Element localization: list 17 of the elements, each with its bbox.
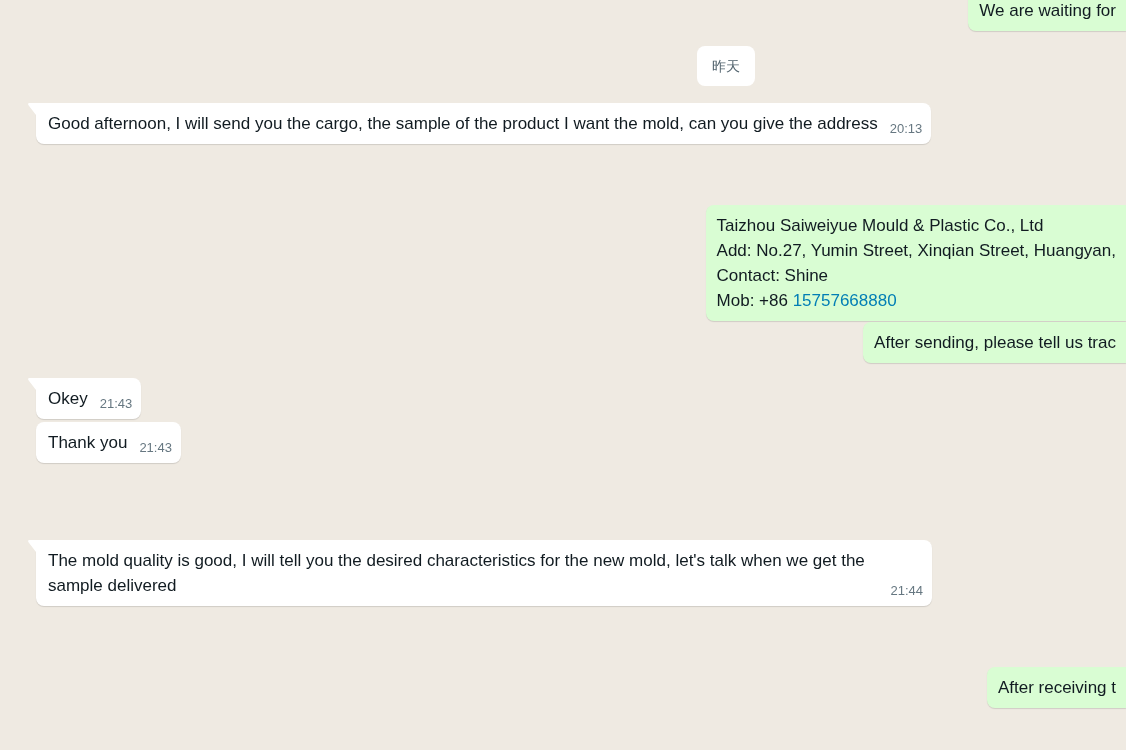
message-time: 21:44 xyxy=(890,582,923,600)
message-text: We are waiting for xyxy=(979,0,1116,22)
date-chip: 昨天 xyxy=(697,46,755,86)
message-time: 21:43 xyxy=(139,439,172,457)
message-text: Mob: +86 xyxy=(716,291,789,310)
message-time: 20:13 xyxy=(889,120,923,138)
message-text: After receiving t xyxy=(997,677,1116,699)
message-time: 21:43 xyxy=(99,395,133,413)
message-text: Taizhou Saiweiyue Mould & Plastic Co., Ltd xyxy=(716,215,1045,237)
message-text: After sending, please tell us trac xyxy=(874,332,1116,354)
message-text: Thank you xyxy=(48,433,128,452)
phone-link[interactable]: 15757668880 xyxy=(792,291,897,310)
message-text: Add: No.27, Yumin Street, Xinqian Street, Huangyan, xyxy=(716,240,1116,262)
message-text: Good afternoon, I will send you the cargo, the sample of the product I want the mold, can you give the address xyxy=(48,114,878,133)
message-text: Contact: Shine xyxy=(716,265,830,287)
message-text: The mold quality is good, I will tell you the desired characteristics for the new mold, let's talk when we get the sample delivered xyxy=(48,551,865,595)
message-text: Okey xyxy=(48,389,88,408)
